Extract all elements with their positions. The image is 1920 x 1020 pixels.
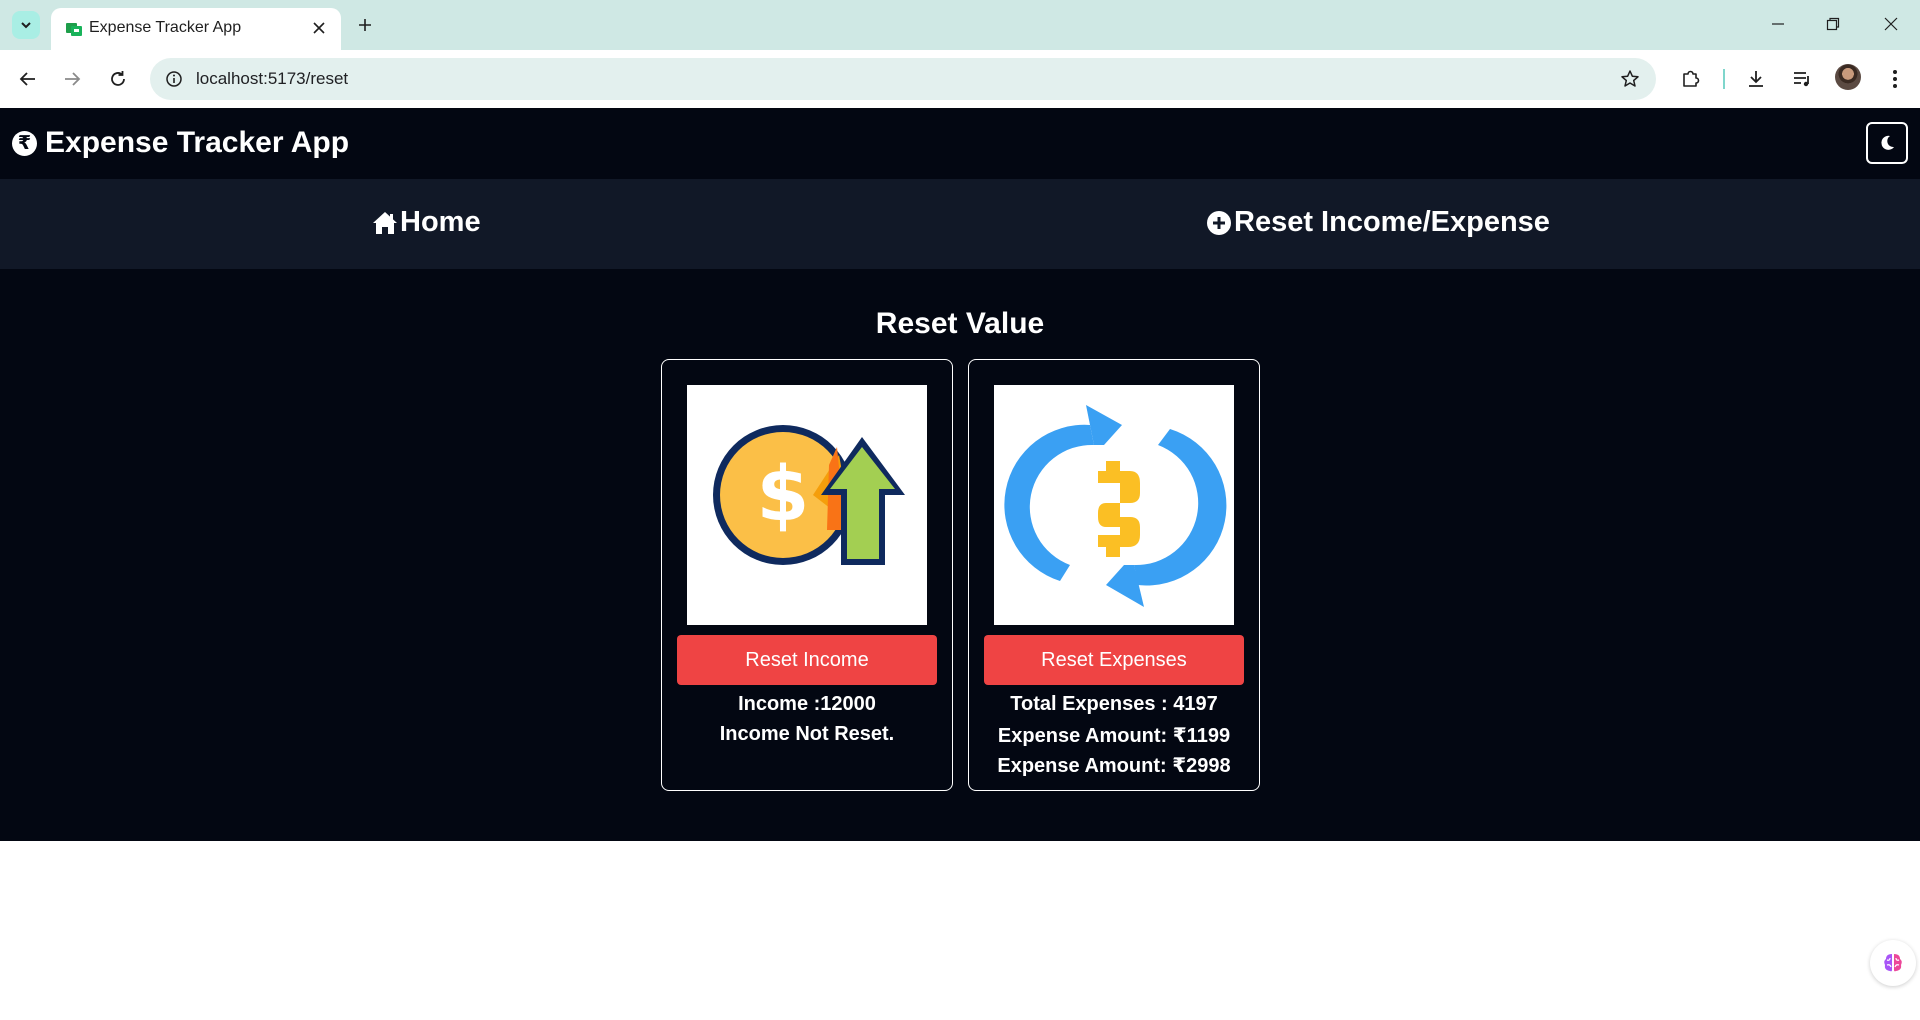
- playlist-icon: [1794, 72, 1809, 87]
- profile-avatar[interactable]: [1835, 64, 1861, 90]
- bookmark-button[interactable]: [1618, 67, 1642, 91]
- reset-expenses-button[interactable]: Reset Expenses: [984, 635, 1244, 685]
- section-title: Reset Value: [875, 307, 1045, 340]
- chevron-down-icon: [21, 22, 31, 29]
- nav-home[interactable]: Home: [372, 206, 481, 239]
- tab-close-button[interactable]: [309, 18, 329, 38]
- refresh-currency-icon: [1004, 405, 1227, 607]
- arrow-left-icon: [19, 72, 35, 86]
- income-image: $: [687, 385, 927, 625]
- nav-reset[interactable]: Reset Income/Expense: [1206, 206, 1550, 239]
- browser-toolbar: localhost:5173/reset: [0, 50, 1920, 108]
- income-value: Income :12000: [738, 693, 876, 715]
- puzzle-icon: [1683, 70, 1700, 87]
- expense-card: Reset Expenses Total Expenses : 4197 Exp…: [968, 359, 1260, 791]
- expense-item: Expense Amount: ₹2998: [997, 755, 1231, 777]
- main-nav: Home Reset Income/Expense: [0, 179, 1920, 269]
- close-window-button[interactable]: [1876, 10, 1906, 38]
- brand: ₹ Expense Tracker App: [12, 126, 349, 160]
- close-icon: [313, 22, 325, 34]
- expense-image: [994, 385, 1234, 625]
- reload-icon: [111, 71, 125, 86]
- url-text[interactable]: localhost:5173/reset: [196, 69, 348, 89]
- extensions-button[interactable]: [1676, 64, 1706, 94]
- downloads-button[interactable]: [1741, 64, 1771, 94]
- star-icon: [1621, 70, 1639, 87]
- expense-item: Expense Amount: ₹1199: [997, 725, 1231, 747]
- rupee-icon: ₹: [12, 130, 37, 156]
- app-favicon-icon: [66, 23, 82, 36]
- income-card: $ Reset Income Income :12000 Income Not …: [661, 359, 953, 791]
- svg-text:$: $: [757, 449, 810, 538]
- minimize-button[interactable]: [1763, 10, 1793, 38]
- main-content: Reset Value $ Reset Income Income :12000…: [0, 269, 1920, 841]
- income-up-arrow-icon: $: [713, 425, 905, 565]
- nav-home-label: Home: [400, 206, 481, 238]
- reload-button[interactable]: [103, 64, 133, 94]
- brain-icon: [1884, 954, 1902, 972]
- media-controls-button[interactable]: [1787, 64, 1817, 94]
- reset-income-button[interactable]: Reset Income: [677, 635, 937, 685]
- address-bar[interactable]: localhost:5173/reset: [150, 58, 1656, 100]
- nav-reset-label: Reset Income/Expense: [1234, 206, 1550, 238]
- site-info-icon: [166, 71, 182, 87]
- browser-tab-active[interactable]: Expense Tracker App: [51, 8, 341, 50]
- income-status: Income Not Reset.: [719, 723, 895, 745]
- plus-circle-icon: [1207, 210, 1231, 235]
- restore-icon: [1826, 17, 1840, 31]
- app-title: Expense Tracker App: [45, 126, 350, 159]
- toolbar-divider: [1723, 69, 1725, 89]
- app-header: ₹ Expense Tracker App: [0, 108, 1920, 179]
- arrow-right-icon: [65, 72, 81, 86]
- back-button[interactable]: [13, 64, 43, 94]
- theme-toggle-button[interactable]: [1866, 122, 1908, 164]
- new-tab-button[interactable]: [352, 12, 378, 38]
- app-root: ₹ Expense Tracker App Home Reset Income/…: [0, 108, 1920, 841]
- site-info-button[interactable]: [162, 67, 186, 91]
- forward-button[interactable]: [57, 64, 87, 94]
- close-icon: [1884, 17, 1898, 31]
- minimize-icon: [1772, 23, 1784, 25]
- more-vertical-icon: [1893, 70, 1897, 88]
- tab-search-button[interactable]: [12, 11, 40, 39]
- home-icon: [373, 211, 397, 234]
- moon-icon: [1881, 135, 1894, 150]
- assistant-button[interactable]: [1870, 940, 1916, 986]
- total-expenses: Total Expenses : 4197: [1010, 693, 1218, 715]
- browser-tab-strip: Expense Tracker App: [0, 0, 1920, 50]
- restore-button[interactable]: [1818, 10, 1848, 38]
- tab-title: Expense Tracker App: [89, 19, 242, 36]
- browser-menu-button[interactable]: [1880, 64, 1910, 94]
- plus-icon: [359, 19, 371, 31]
- download-icon: [1749, 71, 1763, 87]
